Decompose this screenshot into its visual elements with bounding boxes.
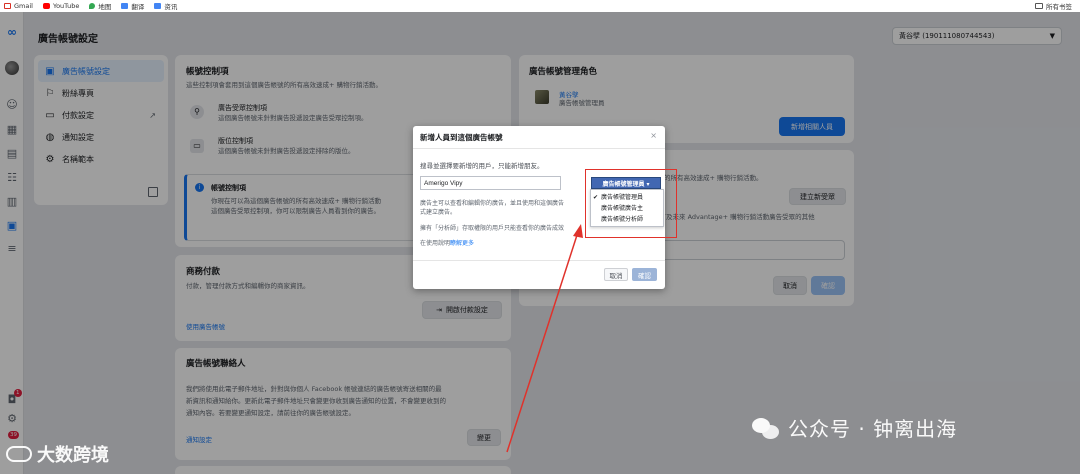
modal-title: 新增人員到這個廣告帳號 xyxy=(420,133,503,142)
maps-icon xyxy=(89,3,96,9)
bookmarks-bar: Gmail YouTube 地图 翻译 资讯 所有书签 xyxy=(0,0,1080,12)
bookmark-gmail[interactable]: Gmail xyxy=(4,2,33,10)
divider xyxy=(413,148,665,149)
bookmark-youtube[interactable]: YouTube xyxy=(42,2,79,10)
bookmark-maps[interactable]: 地图 xyxy=(89,1,111,11)
modal-desc-1: 廣告主可以查看和編輯你的廣告，並且使用和這個廣告 xyxy=(420,200,565,207)
watermark-left: 大数跨境 xyxy=(6,441,109,467)
search-label: 搜尋並選擇要新增的用戶，只能新增朋友。 xyxy=(420,162,544,170)
watermark-right: 公众号 · 钟离出海 xyxy=(752,413,957,442)
translate-icon xyxy=(121,3,129,9)
learn-more-link[interactable]: 瞭解更多 xyxy=(450,240,474,247)
modal-desc-2: 式建立廣告。 xyxy=(420,209,457,216)
bookmark-translate[interactable]: 翻译 xyxy=(121,1,144,11)
divider xyxy=(413,260,665,261)
news-icon xyxy=(154,3,162,9)
person-search-input[interactable] xyxy=(420,176,561,190)
folder-icon xyxy=(1035,3,1043,9)
logo-icon xyxy=(6,446,32,462)
bookmark-news[interactable]: 资讯 xyxy=(154,1,177,11)
highlight-annotation xyxy=(585,169,677,238)
modal-desc-3: 擁有「分析師」存取權限的用戶只能查看你的廣告成效 xyxy=(420,225,565,232)
wechat-icon xyxy=(752,416,780,440)
close-icon[interactable]: × xyxy=(650,131,657,140)
all-bookmarks[interactable]: 所有书签 xyxy=(1035,1,1072,11)
modal-confirm-button[interactable]: 確認 xyxy=(632,268,657,281)
modal-cancel-button[interactable]: 取消 xyxy=(604,268,628,281)
gmail-icon xyxy=(4,3,11,9)
youtube-icon xyxy=(42,3,50,9)
help-text: 在使用說明瞭解更多 xyxy=(420,240,475,247)
